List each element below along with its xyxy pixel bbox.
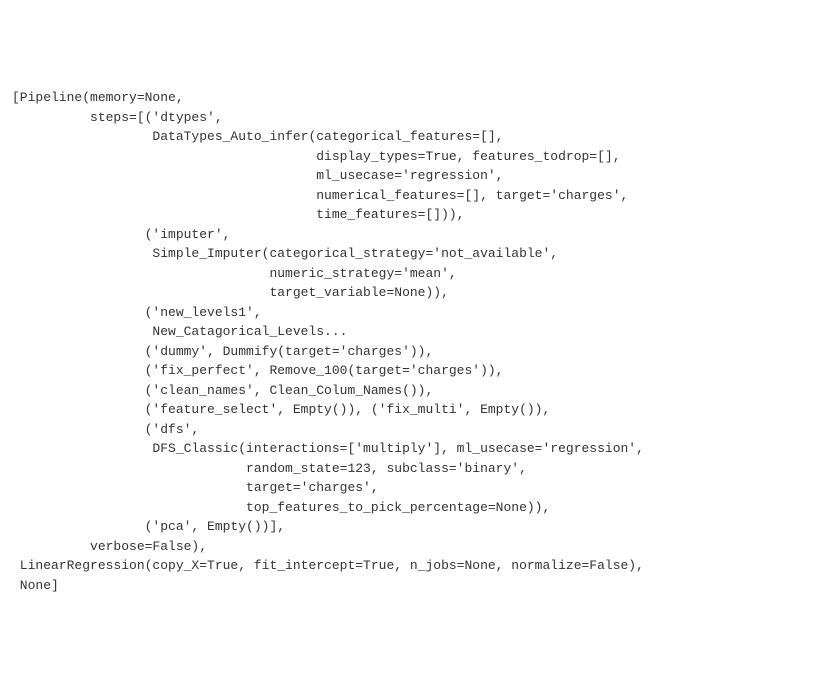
code-line: ('dfs', — [12, 422, 199, 437]
code-line: DataTypes_Auto_infer(categorical_feature… — [12, 129, 503, 144]
code-line: ('fix_perfect', Remove_100(target='charg… — [12, 363, 503, 378]
code-line: DFS_Classic(interactions=['multiply'], m… — [12, 441, 644, 456]
code-line: None] — [12, 578, 59, 593]
code-line: numeric_strategy='mean', — [12, 266, 457, 281]
code-line: target='charges', — [12, 480, 379, 495]
code-line: display_types=True, features_todrop=[], — [12, 149, 621, 164]
code-line: ('imputer', — [12, 227, 230, 242]
code-line: target_variable=None)), — [12, 285, 449, 300]
code-line: ('pca', Empty())], — [12, 519, 285, 534]
code-line: ('new_levels1', — [12, 305, 262, 320]
code-line: random_state=123, subclass='binary', — [12, 461, 527, 476]
code-line: steps=[('dtypes', — [12, 110, 223, 125]
code-line: Simple_Imputer(categorical_strategy='not… — [12, 246, 558, 261]
code-line: ('dummy', Dummify(target='charges')), — [12, 344, 433, 359]
code-line: top_features_to_pick_percentage=None)), — [12, 500, 550, 515]
code-line: [Pipeline(memory=None, — [12, 90, 184, 105]
code-line: New_Catagorical_Levels... — [12, 324, 347, 339]
code-line: verbose=False), — [12, 539, 207, 554]
code-line: ml_usecase='regression', — [12, 168, 503, 183]
code-line: numerical_features=[], target='charges', — [12, 188, 628, 203]
code-line: ('feature_select', Empty()), ('fix_multi… — [12, 402, 550, 417]
code-output-block: [Pipeline(memory=None, steps=[('dtypes',… — [12, 88, 810, 595]
code-line: ('clean_names', Clean_Colum_Names()), — [12, 383, 433, 398]
code-line: time_features=[])), — [12, 207, 464, 222]
